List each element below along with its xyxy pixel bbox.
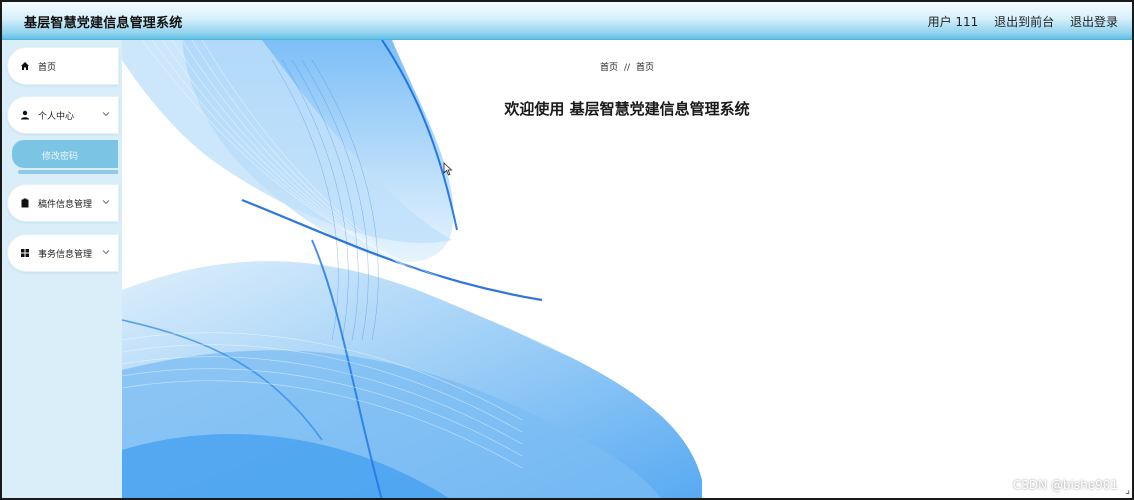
sidebar-subitem-change-password[interactable]: 修改密码	[12, 140, 118, 168]
sidebar-item-personal-center[interactable]: 个人中心	[8, 97, 118, 133]
watermark: CSDN @bishe901	[1012, 478, 1118, 492]
sidebar-item-home[interactable]: 首页	[8, 48, 118, 84]
app-title: 基层智慧党建信息管理系统	[24, 16, 183, 31]
chevron-down-icon	[102, 200, 110, 205]
welcome-heading: 欢迎使用 基层智慧党建信息管理系统	[504, 100, 750, 118]
exit-to-front-link[interactable]: 退出到前台	[994, 15, 1054, 29]
browser-frame: 基层智慧党建信息管理系统 用户 111 退出到前台 退出登录 首页 个人中心 修…	[0, 0, 1134, 500]
sidebar-item-label: 稿件信息管理	[38, 200, 93, 210]
chevron-down-icon	[102, 112, 110, 117]
sidebar: 首页 个人中心 修改密码 稿件信息管理 事务信息管理	[2, 40, 122, 498]
breadcrumb-item[interactable]: 首页	[600, 63, 618, 73]
sidebar-item-label: 事务信息管理	[38, 250, 93, 260]
sidebar-item-affairs-management[interactable]: 事务信息管理	[8, 235, 118, 271]
breadcrumb-separator: //	[623, 63, 631, 73]
clipboard-icon	[21, 198, 29, 208]
sidebar-item-manuscript-management[interactable]: 稿件信息管理	[8, 185, 118, 221]
grid-icon	[21, 249, 29, 257]
breadcrumb: 首页 // 首页	[122, 60, 1132, 73]
sidebar-item-label: 个人中心	[38, 112, 75, 122]
header-actions: 用户 111 退出到前台 退出登录	[916, 13, 1118, 30]
top-header: 基层智慧党建信息管理系统 用户 111 退出到前台 退出登录	[2, 2, 1132, 40]
chevron-down-icon	[102, 250, 110, 255]
breadcrumb-item: 首页	[636, 63, 655, 73]
sidebar-subitem-label: 修改密码	[42, 152, 79, 162]
logout-link[interactable]: 退出登录	[1070, 15, 1118, 29]
submenu-divider	[18, 170, 118, 174]
sidebar-item-label: 首页	[38, 63, 57, 73]
user-label: 用户 111	[927, 15, 979, 29]
main-content: 首页 // 首页 欢迎使用 基层智慧党建信息管理系统 CSDN @bishe901	[122, 40, 1132, 498]
home-icon	[21, 62, 29, 70]
user-icon	[21, 110, 29, 120]
mouse-cursor-icon	[443, 162, 453, 176]
resize-grip-icon[interactable]: ⌟	[1125, 485, 1130, 496]
